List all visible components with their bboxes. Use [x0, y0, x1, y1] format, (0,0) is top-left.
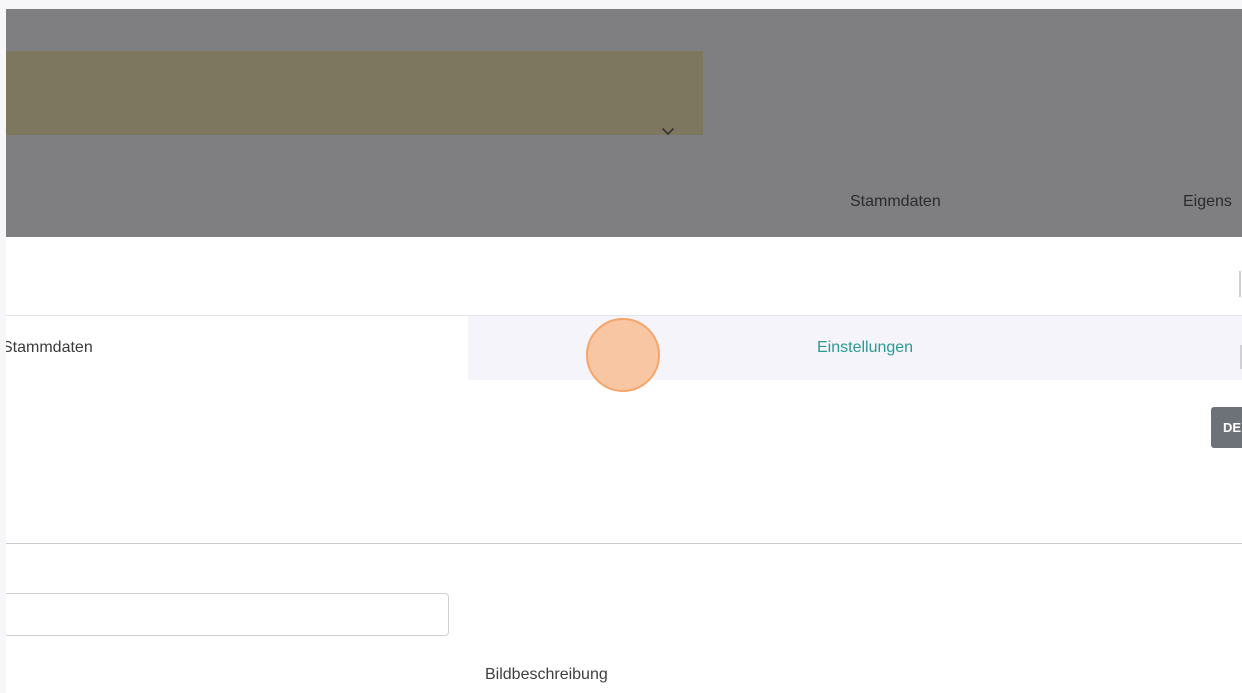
tab-stammdaten[interactable]: Stammdaten: [850, 193, 941, 211]
subtab-einstellungen-label: Einstellungen: [817, 339, 914, 356]
click-highlight-indicator: [586, 318, 660, 392]
dimmed-header-overlay: Stammdaten Eigens: [6, 9, 1242, 237]
tab-eigenschaften[interactable]: Eigens: [1183, 193, 1232, 211]
bildbeschreibung-label: Bildbeschreibung: [485, 666, 608, 683]
language-button-label: DE: [1223, 420, 1242, 435]
app-frame: Stammdaten Eigens Stammdaten Einstellung…: [6, 9, 1242, 693]
subtab-stammdaten[interactable]: Stammdaten: [6, 316, 468, 380]
subtab-einstellungen[interactable]: Einstellungen: [468, 316, 1242, 380]
subtab-stammdaten-label: Stammdaten: [6, 339, 93, 356]
section-divider: [6, 543, 1242, 544]
language-button[interactable]: DE: [1211, 407, 1242, 448]
chevron-down-icon: [662, 128, 674, 135]
text-input-field[interactable]: [6, 593, 449, 636]
scroll-indicator: [1239, 271, 1241, 297]
project-select-dropdown[interactable]: [6, 51, 703, 135]
